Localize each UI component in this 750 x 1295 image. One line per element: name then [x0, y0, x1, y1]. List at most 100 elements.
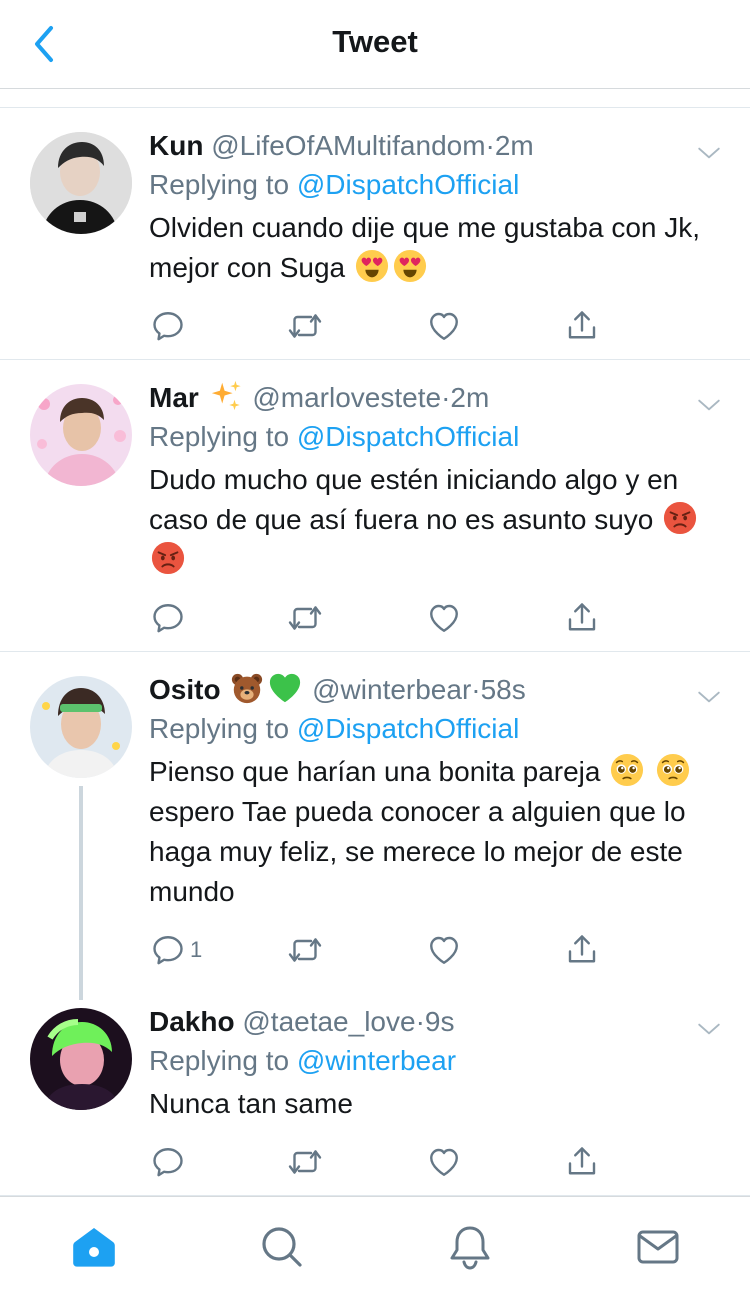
like-button[interactable] — [426, 928, 462, 972]
messages-icon — [637, 1230, 679, 1264]
retweet-icon — [286, 932, 324, 968]
reply-button[interactable]: 1 — [150, 928, 202, 972]
retweet-button[interactable] — [286, 596, 324, 640]
tweet-actions: 1 — [150, 928, 610, 972]
reply-icon — [150, 308, 186, 344]
avatar[interactable] — [30, 132, 132, 234]
reply-button[interactable] — [150, 304, 190, 348]
replying-to-label: Replying to — [149, 1045, 290, 1076]
tweet-options-button[interactable] — [696, 140, 722, 171]
replying-to: Replying to @DispatchOfficial — [149, 166, 729, 204]
bear-emoji-icon — [230, 671, 264, 705]
home-icon — [73, 1228, 115, 1267]
tweet-actions — [150, 304, 610, 348]
tweet-text: Pienso que harían una bonita pareja espe… — [149, 752, 729, 912]
top-nav-bar: Tweet — [0, 0, 750, 89]
heart-icon — [426, 308, 462, 344]
mention-link[interactable]: @DispatchOfficial — [297, 713, 519, 744]
avatar[interactable] — [30, 676, 132, 778]
mention-link[interactable]: @DispatchOfficial — [297, 421, 519, 452]
user-handle[interactable]: @winterbear — [312, 674, 471, 705]
retweet-button[interactable] — [286, 1140, 324, 1184]
display-name[interactable]: Osito — [149, 674, 221, 705]
reply-button[interactable] — [150, 1140, 190, 1184]
reply-icon — [150, 932, 186, 968]
timestamp[interactable]: 58s — [481, 674, 526, 705]
heart-icon — [426, 1144, 462, 1180]
tweet-options-button[interactable] — [696, 392, 722, 423]
tweet-text-content: espero Tae pueda conocer a alguien que l… — [149, 796, 686, 907]
tweet-text: Dudo mucho que estén iniciando algo y en… — [149, 460, 729, 580]
replying-to: Replying to @DispatchOfficial — [149, 418, 729, 456]
tweet-text-content: Dudo mucho que estén iniciando algo y en… — [149, 464, 679, 535]
pleading-face-emoji-icon — [656, 753, 690, 787]
separator-dot: · — [441, 382, 451, 413]
heart-icon — [426, 932, 462, 968]
tweet[interactable]: Osito @winterbear·58s Replying to @Dispa… — [0, 652, 750, 1000]
share-icon — [564, 308, 600, 344]
replying-to: Replying to @DispatchOfficial — [149, 710, 729, 748]
user-handle[interactable]: @LifeOfAMultifandom — [211, 130, 485, 161]
tweet[interactable]: Kun @LifeOfAMultifandom·2m Replying to @… — [0, 108, 750, 360]
share-button[interactable] — [564, 1140, 600, 1184]
avatar[interactable] — [30, 384, 132, 486]
thread-connector-line — [79, 786, 83, 1000]
share-icon — [564, 600, 600, 636]
reply-icon — [150, 600, 186, 636]
tweet-text: Olviden cuando dije que me gustaba con J… — [149, 208, 729, 288]
retweet-button[interactable] — [286, 928, 324, 972]
pleading-face-emoji-icon — [610, 753, 644, 787]
retweet-button[interactable] — [286, 304, 324, 348]
tab-search[interactable] — [252, 1217, 312, 1277]
tweet[interactable]: Mar @marlovestete·2m Replying to @Dispat… — [0, 360, 750, 652]
green-heart-emoji-icon — [268, 671, 302, 705]
display-name[interactable]: Kun — [149, 130, 203, 161]
tab-notifications[interactable] — [440, 1217, 500, 1277]
replying-to-label: Replying to — [149, 713, 290, 744]
tweet-actions — [150, 596, 610, 640]
bottom-tab-bar — [0, 1196, 750, 1295]
user-handle[interactable]: @marlovestete — [252, 382, 441, 413]
avatar[interactable] — [30, 1008, 132, 1110]
tab-messages[interactable] — [628, 1217, 688, 1277]
mention-link[interactable]: @winterbear — [297, 1045, 456, 1076]
tab-home[interactable] — [64, 1217, 124, 1277]
share-button[interactable] — [564, 304, 600, 348]
user-handle[interactable]: @taetae_love — [242, 1006, 415, 1037]
tweet-text-content: Pienso que harían una bonita pareja — [149, 756, 601, 787]
chevron-down-icon — [696, 684, 722, 710]
reply-button[interactable] — [150, 596, 190, 640]
separator-dot: · — [485, 130, 495, 161]
separator-dot: · — [471, 674, 481, 705]
timestamp[interactable]: 2m — [495, 130, 534, 161]
share-icon — [564, 932, 600, 968]
tweet-options-button[interactable] — [696, 684, 722, 715]
separator-dot: · — [415, 1006, 425, 1037]
tweet-options-button[interactable] — [696, 1016, 722, 1047]
search-icon — [262, 1227, 302, 1267]
mention-link[interactable]: @DispatchOfficial — [297, 169, 519, 200]
retweet-icon — [286, 308, 324, 344]
share-button[interactable] — [564, 596, 600, 640]
replying-to-label: Replying to — [149, 169, 290, 200]
display-name[interactable]: Mar — [149, 382, 199, 413]
page-title: Tweet — [332, 24, 418, 59]
angry-face-emoji-icon — [151, 541, 185, 575]
like-button[interactable] — [426, 596, 462, 640]
reply-count: 1 — [190, 937, 203, 962]
like-button[interactable] — [426, 304, 462, 348]
share-icon — [564, 1144, 600, 1180]
retweet-icon — [286, 600, 324, 636]
tweet-text-content: Nunca tan same — [149, 1088, 353, 1119]
like-button[interactable] — [426, 1140, 462, 1184]
chevron-down-icon — [696, 392, 722, 418]
timestamp[interactable]: 2m — [450, 382, 489, 413]
share-button[interactable] — [564, 928, 600, 972]
notifications-icon — [450, 1226, 490, 1270]
chevron-down-icon — [696, 1016, 722, 1042]
display-name[interactable]: Dakho — [149, 1006, 235, 1037]
chevron-down-icon — [696, 140, 722, 166]
timestamp[interactable]: 9s — [425, 1006, 455, 1037]
retweet-icon — [286, 1144, 324, 1180]
tweet[interactable]: Dakho @taetae_love·9s Replying to @winte… — [0, 984, 750, 1196]
